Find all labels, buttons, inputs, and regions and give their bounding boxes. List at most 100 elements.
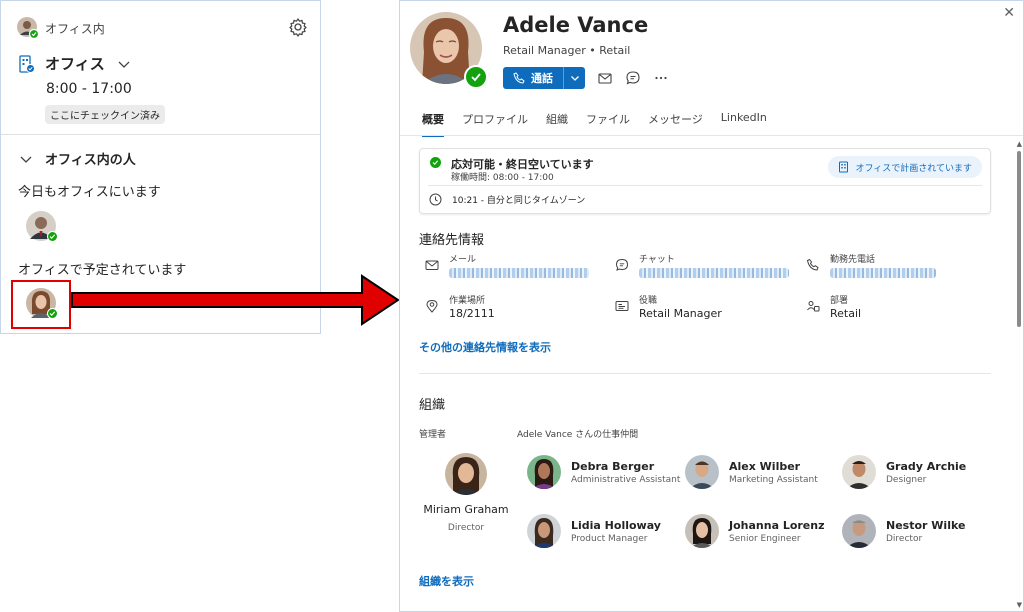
call-options-button[interactable] <box>563 67 585 89</box>
office-panel-title: オフィス内 <box>45 21 105 36</box>
manager-card[interactable]: Miriam Graham Director <box>422 453 510 533</box>
email-label: メール <box>449 255 477 265</box>
call-button[interactable]: 通話 <box>503 67 563 89</box>
avatar <box>685 514 719 548</box>
phone-label: 勤務先電話 <box>830 255 876 265</box>
location-label: 作業場所 <box>449 296 486 306</box>
availability-card: 応対可能・終日空いています 稼働時間: 08:00 - 17:00 オフィスで計… <box>419 148 991 214</box>
location-icon <box>426 299 438 313</box>
today-label: 今日もオフィスにいます <box>18 185 161 200</box>
scroll-down-icon[interactable]: ▼ <box>1017 601 1022 609</box>
tab-messages[interactable]: メッセージ <box>648 111 703 137</box>
profile-name: Adele Vance <box>503 13 649 37</box>
peer-title: Marketing Assistant <box>729 474 818 485</box>
chat-icon <box>615 258 629 271</box>
peer-card[interactable]: Alex Wilber Marketing Assistant <box>685 455 818 489</box>
redacted-value <box>830 268 936 278</box>
available-status-icon <box>47 231 58 242</box>
org-section-title: 組織 <box>419 398 446 413</box>
peers-label: Adele Vance さんの仕事仲間 <box>517 430 639 440</box>
scrollbar[interactable] <box>1017 151 1021 327</box>
tab-overview[interactable]: 概要 <box>422 111 444 137</box>
contact-location: 作業場所 18/2111 <box>425 293 495 320</box>
avatar-person-planned[interactable] <box>26 288 58 319</box>
close-icon[interactable]: ✕ <box>1003 5 1015 21</box>
chat-label: チャット <box>639 255 675 265</box>
available-status-icon <box>47 308 58 319</box>
divider <box>400 135 1023 136</box>
avatar <box>842 455 876 489</box>
red-arrow <box>71 274 400 326</box>
peer-name: Grady Archie <box>886 459 967 473</box>
contact-chat[interactable]: チャット <box>615 252 789 278</box>
building-icon <box>839 161 849 173</box>
tab-profile[interactable]: プロファイル <box>462 111 528 137</box>
mail-icon <box>425 260 439 270</box>
office-plan-label: オフィスで計画されています <box>855 163 972 174</box>
peer-card[interactable]: Debra Berger Administrative Assistant <box>527 455 680 489</box>
chat-icon[interactable] <box>625 70 641 86</box>
peer-name: Debra Berger <box>571 459 655 473</box>
avatar-person-today[interactable] <box>26 211 58 242</box>
role-label: 役職 <box>639 296 658 306</box>
people-section-title: オフィス内の人 <box>45 153 136 168</box>
building-icon <box>19 54 35 73</box>
redacted-value <box>639 268 789 278</box>
chevron-down-icon <box>118 61 130 68</box>
contact-email[interactable]: メール <box>425 252 589 278</box>
profile-actions: 通話 <box>503 67 669 89</box>
mail-icon[interactable] <box>597 70 613 86</box>
tab-linkedin[interactable]: LinkedIn <box>721 111 767 137</box>
user-avatar-icon[interactable] <box>17 17 39 39</box>
peer-title: Director <box>886 533 923 544</box>
avatar <box>527 514 561 548</box>
avatar <box>685 455 719 489</box>
manager-name: Miriam Graham <box>423 503 509 516</box>
gear-icon[interactable] <box>288 17 308 37</box>
avatar <box>445 453 487 495</box>
view-org-link[interactable]: 組織を表示 <box>419 573 474 589</box>
manager-label: 管理者 <box>419 430 447 440</box>
people-section-toggle[interactable]: オフィス内の人 <box>19 149 136 168</box>
peer-card[interactable]: Nestor Wilke Director <box>842 514 965 548</box>
scroll-up-icon[interactable]: ▲ <box>1017 140 1022 148</box>
tab-organization[interactable]: 組織 <box>546 111 568 137</box>
department-value: Retail <box>830 307 862 320</box>
location-value: 18/2111 <box>449 307 495 320</box>
peer-card[interactable]: Johanna Lorenz Senior Engineer <box>685 514 825 548</box>
available-status-icon <box>430 157 441 168</box>
divider <box>428 185 982 186</box>
peer-card[interactable]: Lidia Holloway Product Manager <box>527 514 661 548</box>
chevron-down-icon <box>570 76 579 81</box>
checkin-badge: ここにチェックイン済み <box>45 105 165 124</box>
working-hours: 稼働時間: 08:00 - 17:00 <box>451 173 554 183</box>
peer-name: Lidia Holloway <box>571 518 661 532</box>
manager-title: Director <box>447 523 485 533</box>
tab-files[interactable]: ファイル <box>586 111 630 137</box>
timezone-row: 10:21 - 自分と同じタイムゾーン <box>429 193 585 206</box>
office-name: オフィス <box>45 55 105 73</box>
peer-name: Alex Wilber <box>729 459 801 473</box>
local-time: 10:21 - 自分と同じタイムゾーン <box>452 196 586 206</box>
profile-job: Retail Manager • Retail <box>503 44 631 57</box>
id-card-icon <box>615 301 629 311</box>
office-plan-badge[interactable]: オフィスで計画されています <box>828 156 982 178</box>
department-label: 部署 <box>830 296 849 306</box>
office-hours: 8:00 - 17:00 <box>46 81 132 97</box>
more-options-icon[interactable] <box>653 70 669 86</box>
role-value: Retail Manager <box>639 307 722 320</box>
call-button-label: 通話 <box>531 72 553 85</box>
more-contact-link[interactable]: その他の連絡先情報を表示 <box>419 339 551 355</box>
peer-title: Administrative Assistant <box>571 474 681 485</box>
available-status-icon <box>464 65 488 89</box>
peer-card[interactable]: Grady Archie Designer <box>842 455 966 489</box>
contact-department: 部署 Retail <box>806 293 861 320</box>
peer-name: Johanna Lorenz <box>729 518 825 532</box>
contact-phone[interactable]: 勤務先電話 <box>806 252 936 278</box>
clock-icon <box>429 193 442 206</box>
office-selector[interactable]: オフィス <box>19 53 131 74</box>
peer-title: Senior Engineer <box>729 533 801 544</box>
contact-section-title: 連絡先情報 <box>419 233 485 248</box>
redacted-value <box>449 268 589 278</box>
divider <box>1 134 320 135</box>
